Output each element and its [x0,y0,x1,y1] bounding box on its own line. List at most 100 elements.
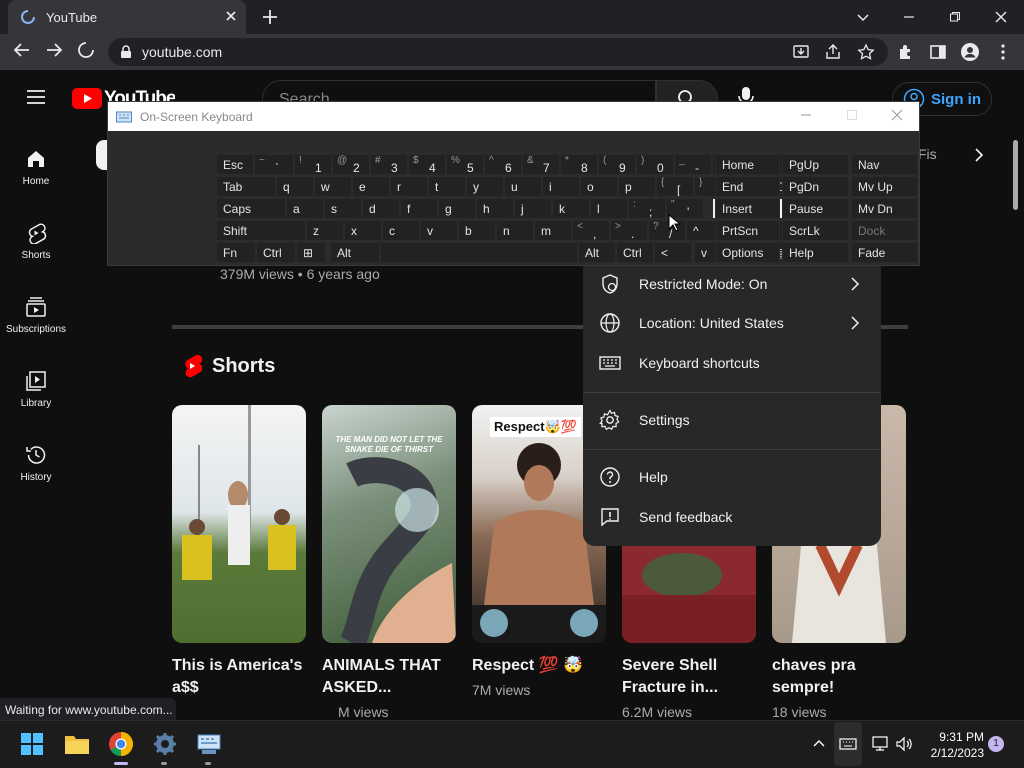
nav-history[interactable]: History [0,444,72,483]
short-title[interactable]: chaves pra sempre! [772,655,912,699]
browser-tab[interactable]: YouTube [8,0,246,34]
osk-key[interactable]: Tab [216,176,276,197]
osk-key[interactable]: Alt [330,242,380,263]
osk-key[interactable]: Caps [216,198,286,219]
osk-key[interactable]: a [286,198,324,219]
osk-key[interactable]: j [514,198,552,219]
osk-key[interactable]: m [534,220,572,241]
forward-icon[interactable] [44,40,64,60]
osk-key[interactable]: :; [628,198,666,219]
osk-nav-key[interactable]: Fade [851,242,918,263]
taskbar-clock[interactable]: 9:31 PM 2/12/2023 [920,729,984,761]
new-tab-icon[interactable] [260,7,280,27]
osk-nav-key[interactable]: Help [782,242,849,263]
osk-key[interactable]: y [466,176,504,197]
osk-key[interactable]: r [390,176,428,197]
nav-library[interactable]: Library [0,370,72,409]
osk-key[interactable]: u [504,176,542,197]
lock-icon[interactable] [120,45,132,59]
osk-key[interactable]: ~ ` [254,154,294,175]
address-bar[interactable]: youtube.com [108,38,888,66]
tray-chevron-up-icon[interactable] [812,737,826,749]
osk-nav-key[interactable]: Insert [715,198,780,219]
osk-key[interactable]: h [476,198,514,219]
chrome-menu-icon[interactable] [996,43,1010,61]
osk-key[interactable]: Alt [578,242,616,263]
osk-key[interactable]: Ctrl [256,242,296,263]
osk-key[interactable]: z [306,220,344,241]
notification-badge[interactable]: 1 [988,736,1004,752]
minimize-icon[interactable] [886,0,932,34]
osk-key[interactable]: i [542,176,580,197]
osk-key[interactable]: x [344,220,382,241]
install-app-icon[interactable] [792,43,810,61]
osk-key[interactable]: * 8 [560,154,598,175]
osk-nav-key[interactable]: Mv Dn [851,198,918,219]
osk-key[interactable]: $4 [408,154,446,175]
osk-key[interactable]: ) 0 [636,154,674,175]
osk-key[interactable]: {[ [656,176,694,197]
short-title[interactable]: This is America's a$$ [172,655,312,699]
back-icon[interactable] [12,40,32,60]
restore-icon[interactable] [932,0,978,34]
short-title[interactable]: Severe Shell Fracture in... [622,655,762,699]
stop-loading-icon[interactable] [76,40,96,60]
short-title[interactable]: ANIMALS THAT ASKED... [322,655,462,699]
osk-nav-key[interactable]: Mv Up [851,176,918,197]
osk-nav-key[interactable]: Home [715,154,780,175]
nav-shorts[interactable]: Shorts [0,222,72,261]
osk-nav-key[interactable]: ScrLk [782,220,849,241]
osk-key[interactable]: ^ 6 [484,154,522,175]
share-icon[interactable] [824,43,842,61]
osk-key[interactable]: & 7 [522,154,560,175]
short-thumbnail[interactable]: THE MAN DID NOT LET THE SNAKE DIE OF THI… [322,405,456,643]
osk-key[interactable]: p [618,176,656,197]
osk-key[interactable]: n [496,220,534,241]
short-thumbnail[interactable] [172,405,306,643]
osk-key[interactable]: #3 [370,154,408,175]
osk-key[interactable]: e [352,176,390,197]
menu-item-send-feedback[interactable]: Send feedback [583,497,881,537]
osk-key[interactable]: Ctrl [616,242,654,263]
close-window-icon[interactable] [978,0,1024,34]
osk-key[interactable]: k [552,198,590,219]
osk-nav-key[interactable]: PgDn [782,176,849,197]
osk-nav-key[interactable]: Options [715,242,780,263]
osk-titlebar[interactable]: On-Screen Keyboard [108,102,919,131]
close-icon[interactable] [891,109,903,121]
menu-item-settings[interactable]: Settings [583,400,881,440]
osk-key[interactable]: Shift [216,220,306,241]
hamburger-menu-icon[interactable] [26,89,46,105]
file-explorer-icon[interactable] [64,732,90,756]
osk-key[interactable]: f [400,198,438,219]
osk-key[interactable] [380,242,578,263]
page-scrollbar[interactable] [1013,140,1018,210]
osk-key[interactable]: q [276,176,314,197]
osk-nav-key[interactable]: Pause [782,198,849,219]
volume-icon[interactable] [895,736,913,752]
osk-key[interactable]: l [590,198,628,219]
osk-key[interactable]: @2 [332,154,370,175]
osk-key[interactable]: % 5 [446,154,484,175]
osk-taskbar-icon[interactable] [196,732,222,756]
osk-key[interactable]: s [324,198,362,219]
osk-key[interactable]: >. [610,220,648,241]
settings-app-icon[interactable] [152,731,178,757]
osk-key[interactable]: g [438,198,476,219]
osk-key[interactable]: (9 [598,154,636,175]
nav-home[interactable]: Home [0,148,72,187]
osk-key[interactable]: Fn [216,242,256,263]
osk-key[interactable]: _ - [674,154,712,175]
nav-subscriptions[interactable]: Subscriptions [0,296,72,335]
youtube-logo-icon[interactable] [72,88,102,109]
minimize-icon[interactable] [800,109,812,121]
osk-key[interactable]: d [362,198,400,219]
osk-key[interactable]: v [420,220,458,241]
osk-key[interactable]: t [428,176,466,197]
profile-icon[interactable] [960,42,980,62]
osk-nav-key[interactable]: End [715,176,780,197]
osk-key[interactable]: <, [572,220,610,241]
chip-partial-text[interactable]: Fis [918,146,937,162]
menu-item-location[interactable]: Location: United States [583,303,881,343]
osk-key[interactable]: b [458,220,496,241]
